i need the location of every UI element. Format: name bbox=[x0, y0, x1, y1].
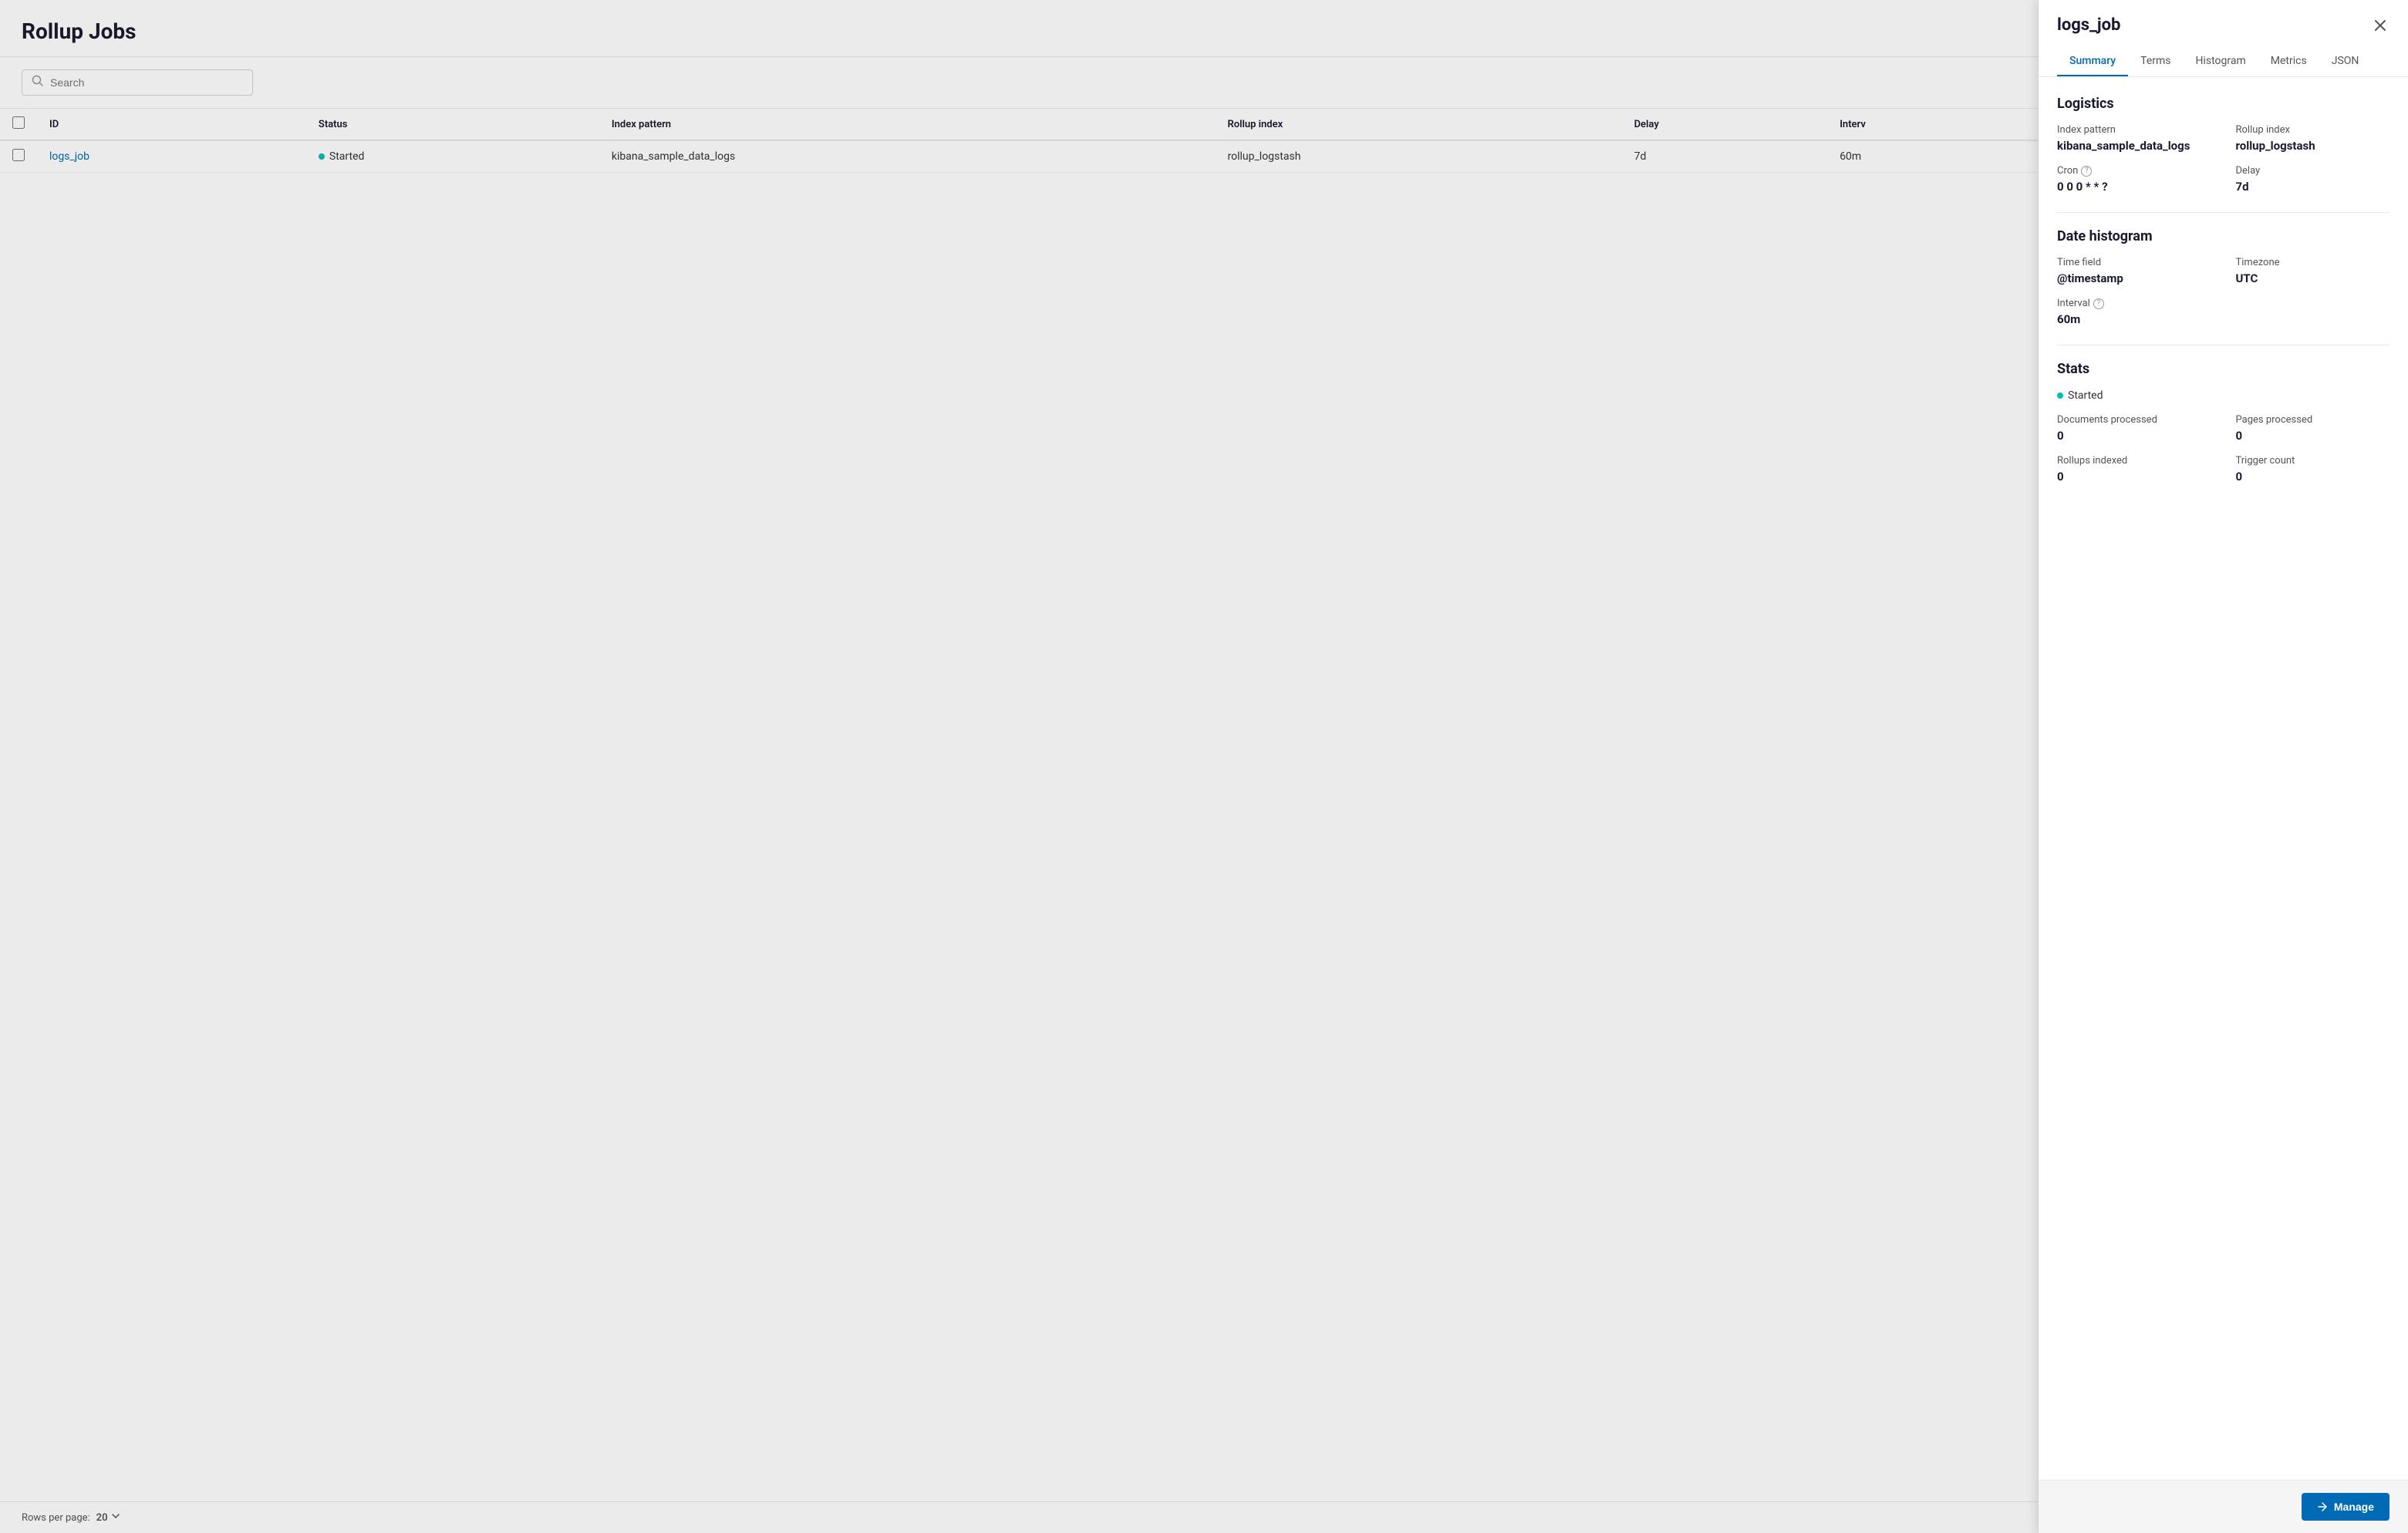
stats-status: Started bbox=[2057, 389, 2389, 402]
pages-processed-value: 0 bbox=[2236, 429, 2390, 443]
time-field-value: @timestamp bbox=[2057, 271, 2211, 285]
col-header-delay: Delay bbox=[1622, 109, 1828, 140]
documents-processed-label: Documents processed bbox=[2057, 414, 2211, 426]
rows-per-page-label: Rows per page: bbox=[22, 1512, 90, 1524]
table-footer: Rows per page: 20 bbox=[0, 1501, 2038, 1533]
manage-button-label: Manage bbox=[2334, 1501, 2374, 1513]
timezone-value: UTC bbox=[2236, 271, 2390, 285]
col-header-rollup-index: Rollup index bbox=[1216, 109, 1622, 140]
interval-value: 60m bbox=[2057, 312, 2211, 326]
select-all-header[interactable] bbox=[0, 109, 37, 140]
cron-value: 0 0 0 * * ? bbox=[2057, 180, 2211, 194]
pages-processed-label: Pages processed bbox=[2236, 414, 2390, 426]
row-index-pattern: kibana_sample_data_logs bbox=[599, 140, 1216, 173]
status-text: Started bbox=[329, 150, 365, 163]
time-field-label: Time field bbox=[2057, 257, 2211, 268]
col-header-index-pattern: Index pattern bbox=[599, 109, 1216, 140]
search-input[interactable] bbox=[50, 76, 243, 89]
detail-body: Logistics Index pattern kibana_sample_da… bbox=[2039, 77, 2408, 1480]
rollups-indexed-item: Rollups indexed 0 bbox=[2057, 455, 2211, 483]
cron-label: Cron ? bbox=[2057, 165, 2211, 177]
delay-value: 7d bbox=[2236, 180, 2390, 194]
detail-panel: logs_job Summary Terms Histogram Metrics… bbox=[2038, 0, 2408, 1533]
table-row: logs_job Started kibana_sample_data_logs… bbox=[0, 140, 2038, 173]
select-all-checkbox[interactable] bbox=[12, 116, 25, 129]
cron-help-icon[interactable]: ? bbox=[2081, 166, 2092, 177]
row-status: Started bbox=[306, 140, 599, 173]
rollups-indexed-label: Rollups indexed bbox=[2057, 455, 2211, 467]
close-button[interactable] bbox=[2371, 16, 2389, 35]
row-delay: 7d bbox=[1622, 140, 1828, 173]
job-id-link[interactable]: logs_job bbox=[49, 150, 89, 163]
interval-help-icon[interactable]: ? bbox=[2093, 298, 2104, 309]
page-header: Rollup Jobs bbox=[0, 0, 2038, 57]
stats-status-text: Started bbox=[2068, 389, 2103, 402]
tab-summary[interactable]: Summary bbox=[2057, 47, 2128, 76]
interval-label: Interval ? bbox=[2057, 298, 2211, 309]
stats-grid: Documents processed 0 Pages processed 0 … bbox=[2057, 414, 2389, 483]
detail-footer: Manage bbox=[2039, 1480, 2408, 1533]
col-header-id: ID bbox=[37, 109, 306, 140]
table-container: ID Status Index pattern Rollup index Del… bbox=[0, 109, 2038, 1501]
tab-json[interactable]: JSON bbox=[2319, 47, 2372, 76]
tab-terms[interactable]: Terms bbox=[2128, 47, 2183, 76]
jobs-table: ID Status Index pattern Rollup index Del… bbox=[0, 109, 2038, 173]
trigger-count-value: 0 bbox=[2236, 470, 2390, 483]
delay-item: Delay 7d bbox=[2236, 165, 2390, 194]
rollups-indexed-value: 0 bbox=[2057, 470, 2211, 483]
detail-header: logs_job Summary Terms Histogram Metrics… bbox=[2039, 0, 2408, 77]
stats-section-title: Stats bbox=[2057, 361, 2389, 377]
row-id[interactable]: logs_job bbox=[37, 140, 306, 173]
page-title: Rollup Jobs bbox=[22, 19, 2016, 44]
delay-label: Delay bbox=[2236, 165, 2390, 177]
detail-title-row: logs_job bbox=[2057, 15, 2389, 35]
status-indicator bbox=[319, 153, 325, 160]
index-pattern-item: Index pattern kibana_sample_data_logs bbox=[2057, 124, 2211, 153]
cron-item: Cron ? 0 0 0 * * ? bbox=[2057, 165, 2211, 194]
detail-tabs: Summary Terms Histogram Metrics JSON bbox=[2057, 47, 2389, 76]
pages-processed-item: Pages processed 0 bbox=[2236, 414, 2390, 443]
col-header-status: Status bbox=[306, 109, 599, 140]
rows-per-page-select[interactable]: 20 bbox=[96, 1511, 120, 1524]
trigger-count-label: Trigger count bbox=[2236, 455, 2390, 467]
index-pattern-label: Index pattern bbox=[2057, 124, 2211, 136]
interval-item: Interval ? 60m bbox=[2057, 298, 2211, 326]
chevron-down-icon bbox=[111, 1511, 120, 1524]
rollup-index-item: Rollup index rollup_logstash bbox=[2236, 124, 2390, 153]
time-field-item: Time field @timestamp bbox=[2057, 257, 2211, 285]
table-header-row: ID Status Index pattern Rollup index Del… bbox=[0, 109, 2038, 140]
date-histogram-section-title: Date histogram bbox=[2057, 228, 2389, 244]
row-rollup-index: rollup_logstash bbox=[1216, 140, 1622, 173]
detail-title: logs_job bbox=[2057, 15, 2120, 35]
timezone-item: Timezone UTC bbox=[2236, 257, 2390, 285]
rollup-index-value: rollup_logstash bbox=[2236, 139, 2390, 153]
trigger-count-item: Trigger count 0 bbox=[2236, 455, 2390, 483]
logistics-section-title: Logistics bbox=[2057, 96, 2389, 112]
tab-metrics[interactable]: Metrics bbox=[2258, 47, 2319, 76]
toolbar bbox=[0, 57, 2038, 109]
manage-button[interactable]: Manage bbox=[2302, 1493, 2389, 1521]
documents-processed-item: Documents processed 0 bbox=[2057, 414, 2211, 443]
search-icon bbox=[32, 75, 44, 90]
search-box[interactable] bbox=[22, 69, 253, 96]
row-interval: 60m bbox=[1827, 140, 2038, 173]
manage-icon bbox=[2317, 1501, 2328, 1512]
date-histogram-grid: Time field @timestamp Timezone UTC Inter… bbox=[2057, 257, 2389, 326]
col-header-interval: Interv bbox=[1827, 109, 2038, 140]
rollup-index-label: Rollup index bbox=[2236, 124, 2390, 136]
stats-status-dot bbox=[2057, 393, 2063, 399]
rows-per-page-value: 20 bbox=[96, 1512, 108, 1524]
timezone-label: Timezone bbox=[2236, 257, 2390, 268]
section-divider-1 bbox=[2057, 212, 2389, 213]
tab-histogram[interactable]: Histogram bbox=[2184, 47, 2258, 76]
documents-processed-value: 0 bbox=[2057, 429, 2211, 443]
row-checkbox[interactable] bbox=[12, 149, 25, 161]
row-checkbox-cell[interactable] bbox=[0, 140, 37, 173]
index-pattern-value: kibana_sample_data_logs bbox=[2057, 139, 2211, 153]
logistics-grid: Index pattern kibana_sample_data_logs Ro… bbox=[2057, 124, 2389, 194]
main-panel: Rollup Jobs ID Status Index p bbox=[0, 0, 2038, 1533]
